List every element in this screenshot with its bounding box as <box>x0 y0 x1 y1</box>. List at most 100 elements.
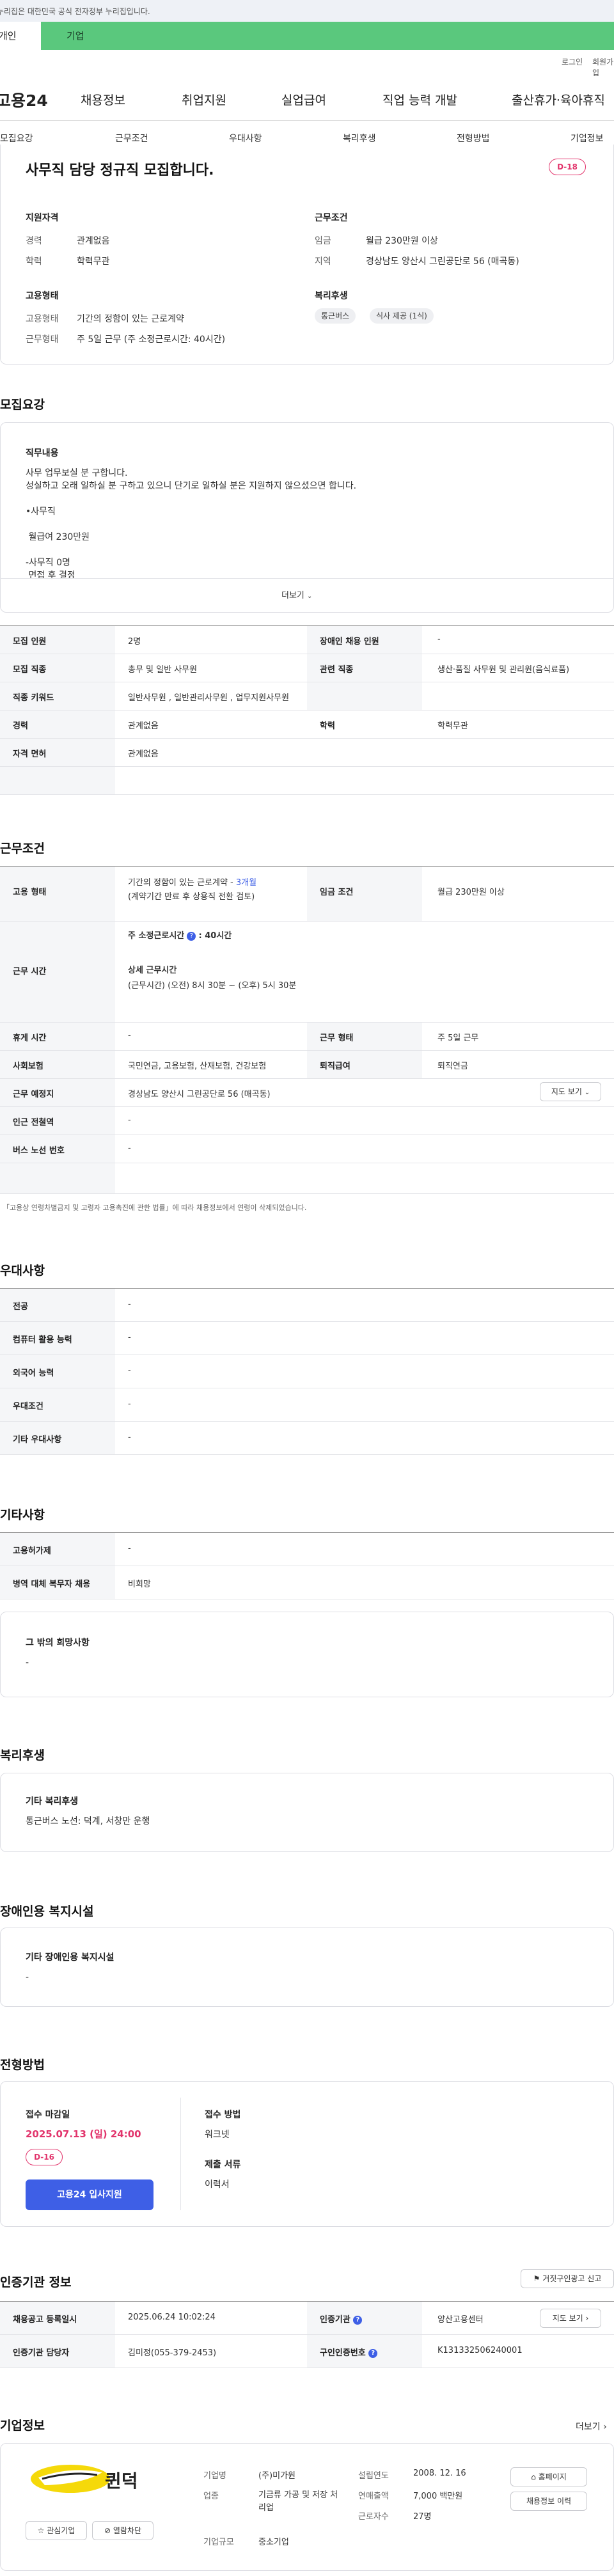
tab-conditions[interactable]: 근무조건 <box>115 132 148 145</box>
industry-label: 업종 <box>203 2492 219 2501</box>
gnb-item-jobs[interactable]: 채용정보 <box>81 91 125 108</box>
divider <box>180 2098 181 2210</box>
manager-label: 인증기관 담당자 <box>13 2348 70 2358</box>
gnb-item-training[interactable]: 직업 능력 개발 <box>382 91 457 108</box>
disabled-value: - <box>437 634 441 644</box>
flag-icon: ⚑ <box>533 2274 540 2283</box>
tab-welfare[interactable]: 복리후생 <box>343 132 376 145</box>
qual-heading: 지원자격 <box>26 213 59 223</box>
report-button[interactable]: ⚑ 거짓구인광고 신고 <box>521 2269 614 2288</box>
etc-label: 병역 대체 복무자 채용 <box>13 1580 91 1589</box>
join-link[interactable]: 회원가입 <box>592 56 614 78</box>
pref-label: 기타 우대사항 <box>13 1435 62 1445</box>
bus-value: - <box>128 1143 131 1153</box>
agency-label: 인증기관 ? <box>320 2313 363 2325</box>
etc-value: 비희망 <box>128 1580 151 1589</box>
dday-badge: D-18 <box>549 159 586 175</box>
section-title-preference: 우대사항 <box>0 1264 45 1278</box>
manager-value: 김미정(055-379-2453) <box>128 2348 217 2358</box>
hours-label: 근무 시간 <box>13 967 47 977</box>
wage-value: 월급 230만원 이상 <box>366 236 438 246</box>
work-value: 주 5일 근무 (주 소정근로시간: 40시간) <box>77 334 226 345</box>
insurance-value: 국민연금, 고용보험, 산재보험, 건강보험 <box>128 1062 267 1071</box>
duty-line: 사무 업무보실 분 구합니다. <box>26 468 128 478</box>
tab-preference[interactable]: 우대사항 <box>229 132 262 145</box>
gnb-item-parental-leave[interactable]: 출산휴가·육아휴직 <box>512 91 605 108</box>
company-more-link[interactable]: 더보기 › <box>576 2420 607 2433</box>
insurance-label: 사회보험 <box>13 1062 43 1071</box>
duty-line: 면접 후 결정 <box>26 570 75 581</box>
break-label: 휴게 시간 <box>13 1033 47 1043</box>
tab-recruit[interactable]: 모집요강 <box>0 132 33 145</box>
gov-notice-text: 이 누리집은 대한민국 공식 전자정부 누리집입니다. <box>0 7 150 16</box>
gnb-item-employment-support[interactable]: 취업지원 <box>182 91 226 108</box>
duty-heading: 직무내용 <box>26 448 59 459</box>
method-heading: 접수 방법 <box>205 2110 241 2120</box>
more-button[interactable]: 더보기 ⌄ <box>281 588 312 601</box>
tab-company[interactable]: 기업정보 <box>571 132 604 145</box>
career-label: 경력 <box>26 236 42 246</box>
pref-value: - <box>128 1399 131 1409</box>
pref-label: 전공 <box>13 1302 28 1312</box>
keyword-label: 직종 키워드 <box>13 693 54 703</box>
info-icon[interactable]: ? <box>368 2348 378 2358</box>
keyword-value: 일반사무원 , 일반관리사무원 , 업무지원사무원 <box>128 693 290 703</box>
career-row-value: 관계없음 <box>128 721 159 731</box>
wage-cond-label: 임금 조건 <box>320 888 354 897</box>
section-title-etc: 기타사항 <box>0 1508 45 1522</box>
workform-value: 주 5일 근무 <box>437 1033 479 1043</box>
career-row-label: 경력 <box>13 721 28 731</box>
docs-value: 이력서 <box>205 2179 230 2190</box>
tab-personal[interactable]: 개인 <box>0 22 41 50</box>
apply-button[interactable]: 고용24 입사지원 <box>26 2179 154 2210</box>
section-title-selection: 전형방법 <box>0 2058 45 2072</box>
deadline-value: 2025.07.13 (일) 24:00 <box>26 2128 141 2140</box>
edu-label: 학력 <box>26 256 42 267</box>
pref-value: - <box>128 1366 131 1376</box>
job-posting-page: 이 누리집은 대한민국 공식 전자정부 누리집입니다. 개인 기업 로그인 회원… <box>0 0 614 2576</box>
disability-card <box>0 1928 614 2007</box>
pref-value: - <box>128 1433 131 1442</box>
info-icon[interactable]: ? <box>187 931 196 941</box>
info-icon[interactable]: ? <box>353 2315 363 2325</box>
homepage-button[interactable]: ⌂ 홈페이지 <box>510 2467 587 2486</box>
pref-label: 우대조건 <box>13 1402 43 1411</box>
severance-label: 퇴직급여 <box>320 1062 350 1071</box>
section-title-conditions: 근무조건 <box>0 842 45 856</box>
duty-line <box>26 518 576 531</box>
chevron-right-icon: › <box>603 2422 607 2432</box>
block-view-button[interactable]: ⊘ 열람차단 <box>92 2521 154 2540</box>
home-icon: ⌂ <box>531 2472 536 2481</box>
duty-text: 사무 업무보실 분 구합니다. 성실하고 오래 일하실 분 구하고 있으니 단기… <box>26 467 576 582</box>
login-link[interactable]: 로그인 <box>562 56 583 67</box>
wage-label: 임금 <box>315 236 331 246</box>
pref-value: - <box>128 1333 131 1342</box>
severance-value: 퇴직연금 <box>437 1062 468 1071</box>
agency-map-button[interactable]: 지도 보기 › <box>540 2309 601 2328</box>
section-title-company: 기업정보 <box>0 2419 45 2433</box>
place-value: 경상남도 양산시 그린공단로 56 (매곡동) <box>128 1090 271 1099</box>
other-wish-heading: 그 밖의 희망사항 <box>26 1638 90 1648</box>
career-value: 관계없음 <box>77 236 110 246</box>
headcount-value: 2명 <box>128 637 141 647</box>
section-title-recruit: 모집요강 <box>0 398 45 412</box>
contract-period-link[interactable]: 3개월 <box>236 878 256 888</box>
map-button[interactable]: 지도 보기 ⌄ <box>540 1082 601 1101</box>
station-label: 인근 전철역 <box>13 1118 54 1127</box>
gnb-item-unemployment[interactable]: 실업급여 <box>281 91 326 108</box>
tab-selection[interactable]: 전형방법 <box>457 132 490 145</box>
favorite-company-button[interactable]: ☆ 관심기업 <box>26 2521 87 2540</box>
jobtype-value: 총무 및 일반 사무원 <box>128 665 198 675</box>
job-history-button[interactable]: 채용정보 이력 <box>510 2492 587 2511</box>
global-nav: 고용24 채용정보 취업지원 실업급여 직업 능력 개발 출산휴가·육아휴직 <box>0 82 614 115</box>
reg-label: 채용공고 등록일시 <box>13 2315 77 2325</box>
tab-company[interactable]: 기업 <box>67 22 84 50</box>
hours-detail-value: (근무시간) (오전) 8시 30분 ~ (오후) 5시 30분 <box>128 981 297 991</box>
site-logo[interactable]: 고용24 <box>0 88 48 111</box>
hours-detail-heading: 상세 근무시간 <box>128 966 177 975</box>
region-value: 경상남도 양산시 그린공단로 56 (매곡동) <box>366 256 519 267</box>
other-wish-card <box>0 1612 614 1697</box>
license-label: 자격 면허 <box>13 750 47 759</box>
work-label: 근무형태 <box>26 334 59 345</box>
wage-cond-value: 월급 230만원 이상 <box>437 888 505 897</box>
